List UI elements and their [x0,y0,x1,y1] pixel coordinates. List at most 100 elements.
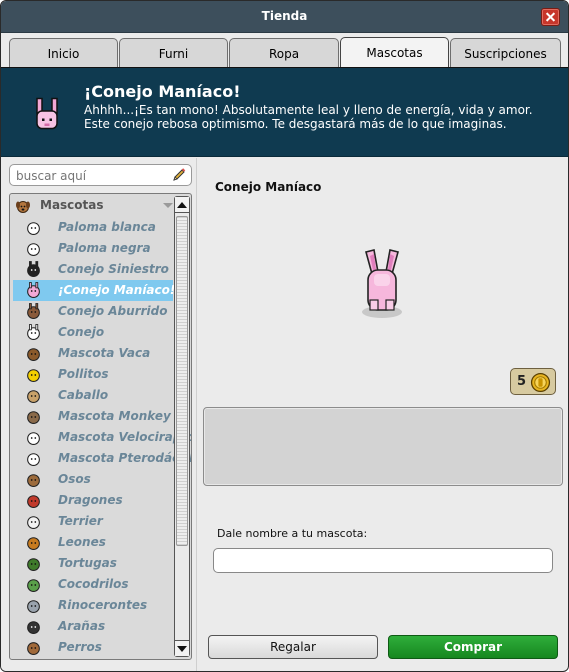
list-item[interactable]: Pollitos [13,364,173,385]
list-item-label: Pollitos [58,367,109,381]
tab-mascotas[interactable]: Mascotas [340,37,449,69]
black-rabbit-icon [27,261,40,277]
pink-rabbit-icon [36,97,58,130]
list-item-label: Dragones [58,493,123,507]
gift-button[interactable]: Regalar [208,635,378,659]
pet-preview-image [362,249,402,318]
horse-icon [27,390,40,403]
pet-name-label: Dale nombre a tu mascota: [217,527,368,540]
dog-icon [27,642,40,655]
list-item-label: Terrier [58,514,103,528]
tab-furni[interactable]: Furni [119,38,228,69]
lion-icon [27,537,40,550]
category-label: Mascotas [40,198,104,212]
list-item-label: Conejo Aburrido [58,304,168,318]
window-title: Tienda [261,9,308,23]
list-item[interactable]: Conejo [13,322,173,343]
list-item[interactable]: Mascota Pterodáctilo [13,448,191,469]
bear-icon [27,474,40,487]
list-item[interactable]: Terrier [13,511,173,532]
list-item[interactable]: Mascota Velociraptor [13,427,191,448]
scroll-thumb[interactable] [176,216,188,546]
product-name: Conejo Maníaco [215,180,322,194]
close-button[interactable] [541,8,560,26]
list-item-label: Paloma negra [58,241,151,255]
list-item-label: Mascota Velociraptor [58,430,192,444]
list-item[interactable]: Perros [13,637,173,658]
credits-coin-icon [530,372,551,393]
list-item[interactable]: Paloma blanca [13,217,173,238]
spider-icon [27,621,40,634]
scroll-up-button[interactable] [175,197,189,213]
price-value: 5 [517,374,527,389]
tab-inicio[interactable]: Inicio [9,38,118,69]
tab-bar: Inicio Furni Ropa Mascotas Suscripciones [1,33,568,69]
list-item-label: Conejo Siniestro [58,262,169,276]
product-detail: Conejo Maníaco 5 Dale nombre a tu mascot… [197,158,568,671]
pencil-icon[interactable] [171,167,187,183]
white-dove-icon [27,222,40,235]
shop-window: Tienda Inicio Furni Ropa Mascotas Suscri… [0,0,569,672]
cow-icon [27,348,40,361]
rhino-icon [27,600,40,613]
list-item-label: Osos [58,472,91,486]
list-item-label: Perros [58,640,102,654]
list-item-label: Arañas [58,619,106,633]
list-item[interactable]: Conejo Siniestro [13,259,173,280]
list-item[interactable]: Mascota Monkey [13,406,173,427]
list-item[interactable]: Dragones [13,490,173,511]
list-item[interactable]: Leones [13,532,173,553]
terrier-icon [27,516,40,529]
tab-ropa[interactable]: Ropa [229,38,339,69]
white-rabbit-icon [27,324,40,340]
tab-suscripciones[interactable]: Suscripciones [450,38,561,69]
list-item[interactable]: Tortugas [13,553,173,574]
list-item[interactable]: ¡Conejo Maníaco! [13,280,176,301]
list-item-label: Tortugas [58,556,117,570]
banner-description: Ahhhh...¡Es tan mono! Absolutamente leal… [84,103,533,131]
pink-rabbit-icon [27,282,40,298]
list-item-label: Caballo [58,388,109,402]
list-item[interactable]: Paloma negra [13,238,173,259]
list-item[interactable]: Caballo [13,385,173,406]
list-item[interactable]: Osos [13,469,173,490]
banner-title: ¡Conejo Maníaco! [84,82,241,101]
list-item-label: Paloma blanca [58,220,156,234]
chick-icon [27,369,40,382]
list-item[interactable]: Rinocerontes [13,595,173,616]
search-input[interactable] [16,168,166,183]
list-item-label: Leones [58,535,106,549]
turtle-icon [27,558,40,571]
list-item-label: Mascota Monkey [58,409,171,423]
list-item[interactable]: Mascota Vaca [13,343,173,364]
product-info-box [203,407,563,486]
list-item-label: Cocodrilos [58,577,129,591]
list-item-label: ¡Conejo Maníaco! [58,283,176,297]
category-header[interactable]: Mascotas [13,197,173,215]
monkey-icon [27,411,40,424]
list-item[interactable]: Conejo Aburrido [13,301,173,322]
price-badge: 5 [510,368,556,395]
list-item-label: Conejo [58,325,105,339]
pet-list[interactable]: Mascotas Paloma blanca Paloma negra Conejo… [9,193,192,660]
category-banner: ¡Conejo Maníaco! Ahhhh...¡Es tan mono! A… [1,67,568,157]
list-item-label: Mascota Vaca [58,346,151,360]
dragon-icon [27,495,40,508]
scroll-down-button[interactable] [175,640,189,656]
buy-button[interactable]: Comprar [388,635,558,659]
list-item[interactable]: Arañas [13,616,173,637]
catalog-sidebar: Mascotas Paloma blanca Paloma negra Conejo… [1,158,196,671]
pterodactyl-icon [27,453,40,466]
chevron-down-icon[interactable] [163,203,173,208]
velociraptor-icon [27,432,40,445]
pet-items: Paloma blanca Paloma negra Conejo Siniestr… [13,217,191,658]
crocodile-icon [27,579,40,592]
pet-name-field[interactable] [213,548,553,573]
pet-name-input[interactable] [214,549,552,572]
list-item[interactable]: Cocodrilos [13,574,173,595]
list-item-label: Mascota Pterodáctilo [58,451,192,465]
search-box[interactable] [9,164,192,186]
list-scrollbar[interactable] [174,196,190,657]
black-dove-icon [27,243,40,256]
title-bar[interactable]: Tienda [1,1,568,33]
